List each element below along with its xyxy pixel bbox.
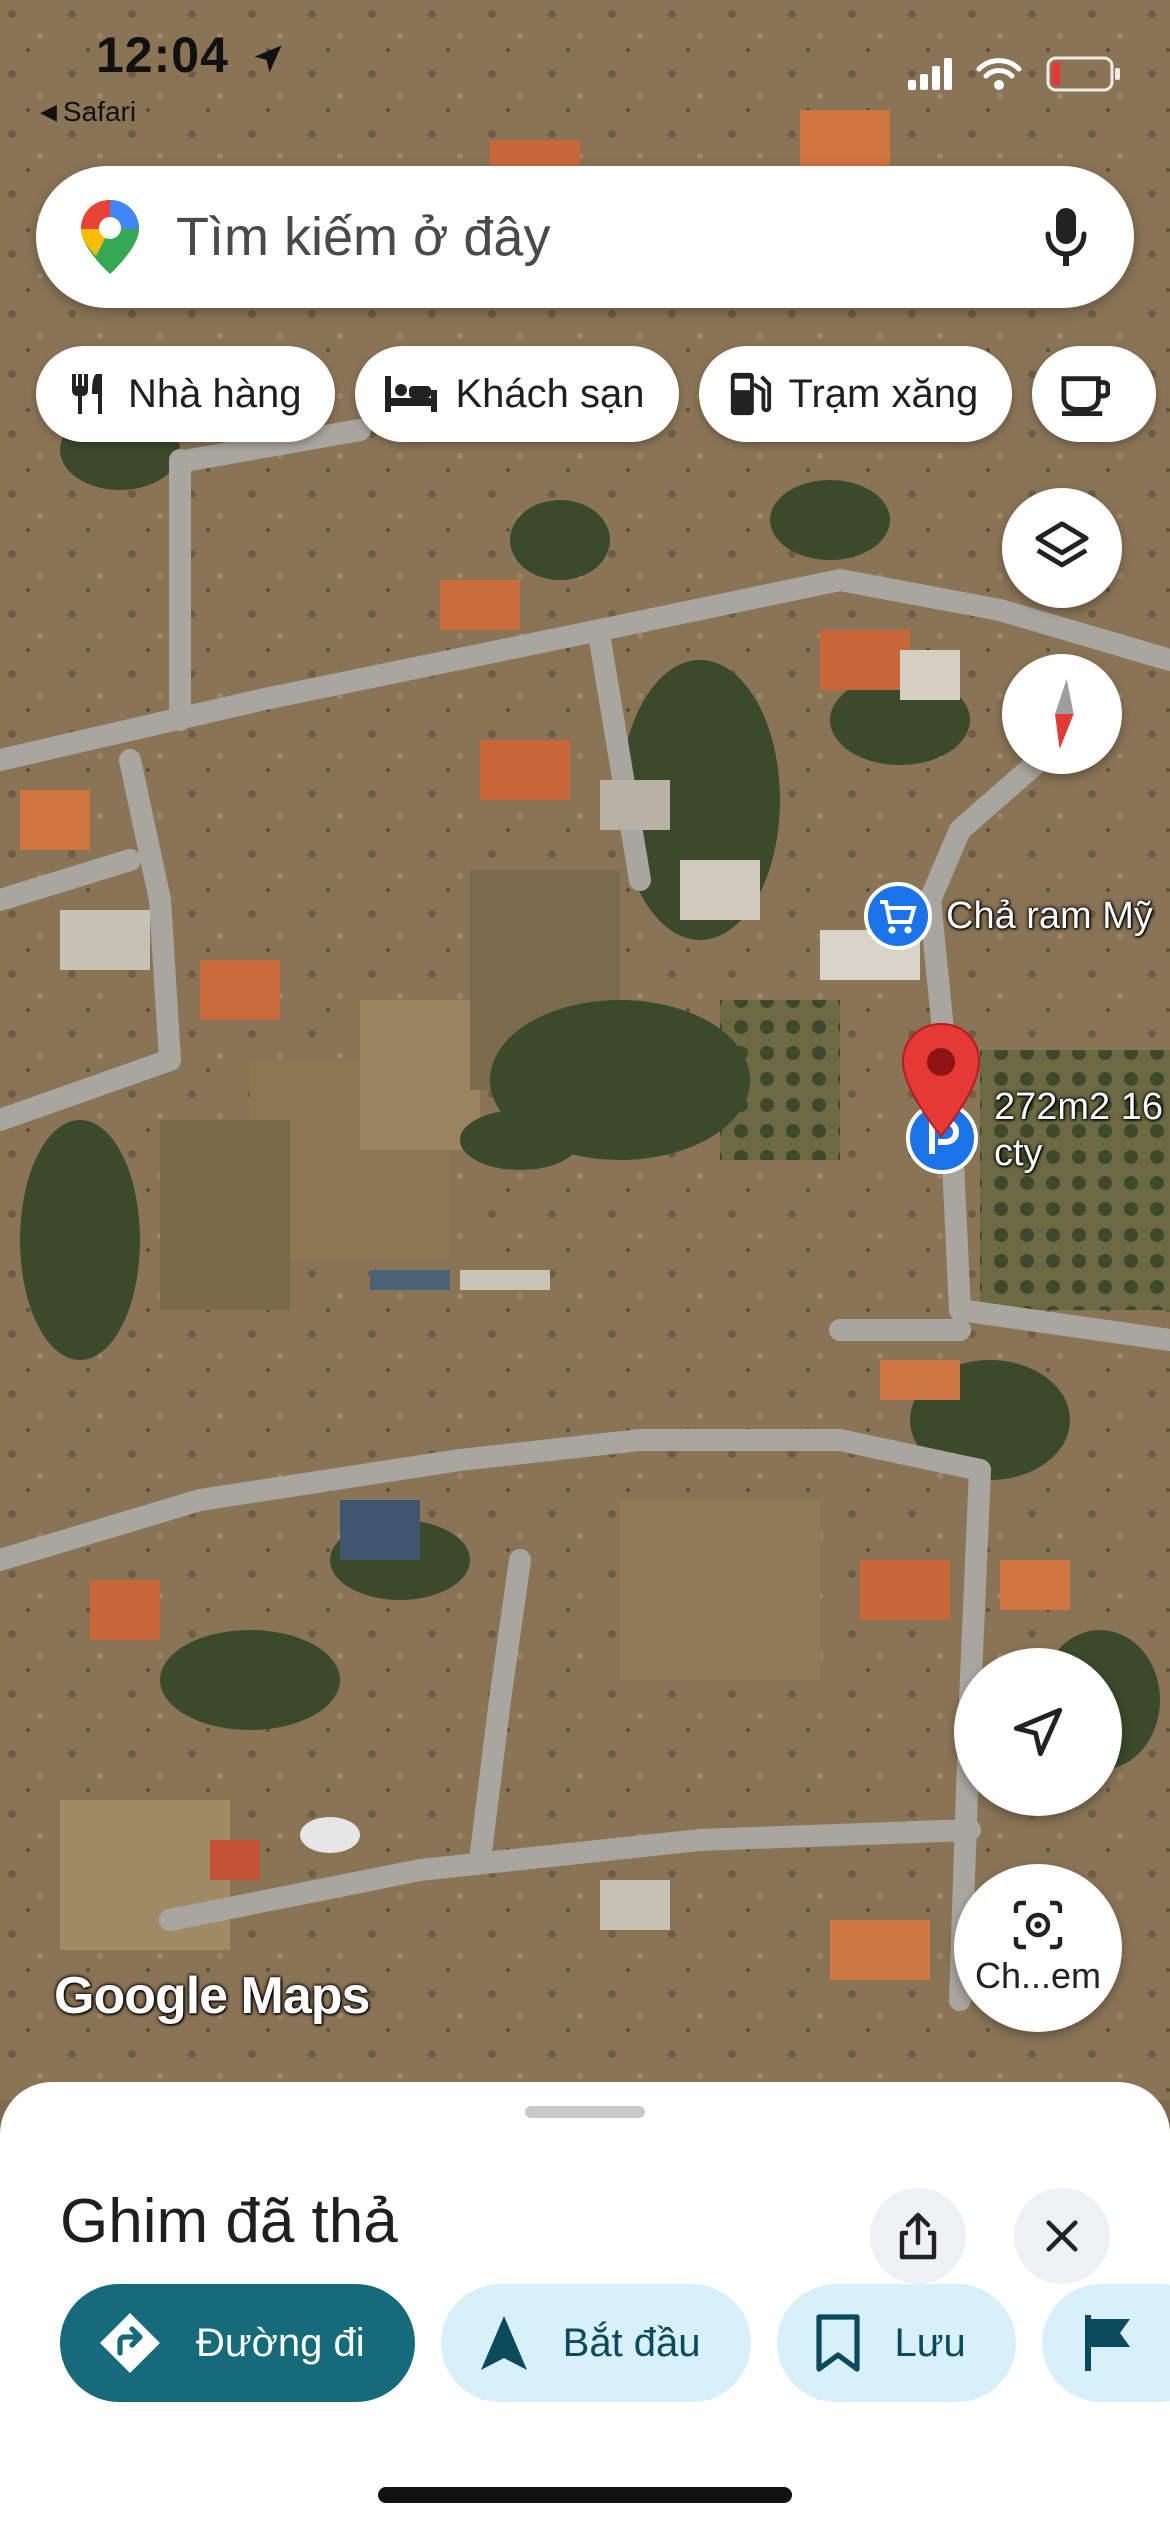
google-maps-pin-icon [81, 200, 139, 274]
close-icon [1046, 2220, 1078, 2252]
chip-restaurants[interactable]: Nhà hàng [36, 346, 336, 442]
search-input[interactable]: Tìm kiếm ở đây [176, 206, 1044, 268]
chip-label: Trạm xăng [788, 371, 979, 416]
bottom-sheet[interactable]: Ghim đã thả Đường đi Bắt đầu Lưu [0, 2082, 1170, 2532]
battery-icon [1046, 56, 1120, 92]
action-buttons: Đường đi Bắt đầu Lưu [60, 2284, 1170, 2402]
camera-lens-icon [1013, 1900, 1063, 1950]
directions-button[interactable]: Đường đi [60, 2284, 415, 2402]
search-bar[interactable]: Tìm kiếm ở đây [36, 166, 1134, 308]
layers-icon [1035, 521, 1089, 568]
close-button[interactable] [1014, 2188, 1110, 2284]
action-label: Lưu [894, 2320, 966, 2365]
place-label: Chả ram Mỹ [946, 894, 1153, 937]
dropped-pin-icon[interactable] [899, 1022, 983, 1140]
place-marker-shop[interactable]: Chả ram Mỹ [864, 882, 1153, 950]
back-app-label: Safari [62, 96, 137, 127]
cellular-signal-icon [908, 58, 952, 90]
shopping-cart-icon [864, 882, 932, 950]
my-location-button[interactable] [954, 1648, 1122, 1816]
coffee-icon [1061, 376, 1111, 417]
microphone-icon[interactable] [1044, 206, 1088, 268]
chip-label: Nhà hàng [128, 371, 302, 416]
navigation-arrow-icon [480, 2316, 527, 2370]
wifi-icon [976, 58, 1022, 90]
status-time-text: 12:04 [96, 27, 229, 83]
place-label-line2: cty [994, 1132, 1043, 1174]
action-label: Đường đi [196, 2320, 365, 2365]
sheet-title: Ghim đã thả [60, 2187, 398, 2256]
share-icon [899, 2212, 937, 2260]
lens-label: Ch...em [974, 1955, 1102, 1996]
place-label-parking: 272m2 16 cty [994, 1084, 1163, 1176]
chip-coffee[interactable] [1032, 346, 1157, 442]
pond [300, 1817, 360, 1853]
sheet-drag-handle[interactable] [525, 2106, 645, 2118]
home-indicator[interactable] [378, 2487, 792, 2503]
status-time: 12:04 [96, 26, 286, 84]
layers-button[interactable] [1002, 488, 1122, 608]
gas-station-icon [730, 372, 771, 416]
status-indicators [908, 56, 1122, 92]
restaurant-icon [72, 374, 102, 414]
compass-icon [1055, 679, 1074, 749]
flag-icon [1084, 2315, 1130, 2371]
lens-button[interactable]: Ch...em [954, 1864, 1122, 2032]
start-button[interactable]: Bắt đầu [440, 2284, 751, 2402]
action-label: Bắt đầu [562, 2320, 701, 2365]
category-chips: Nhà hàng Khách sạn Trạm xăng [36, 346, 1157, 442]
chip-label: Khách sạn [455, 371, 645, 416]
bookmark-icon [815, 2314, 860, 2372]
flag-button[interactable] [1041, 2284, 1170, 2402]
place-label-line1: 272m2 16 [994, 1086, 1164, 1128]
chip-hotels[interactable]: Khách sạn [355, 346, 679, 442]
back-chevron-icon: ◀ [40, 99, 57, 124]
location-arrow-icon [254, 45, 282, 73]
save-button[interactable]: Lưu [776, 2284, 1016, 2402]
google-maps-watermark: Google Maps [54, 1967, 370, 2025]
share-button[interactable] [870, 2188, 966, 2284]
directions-icon [100, 2313, 160, 2373]
navigation-arrow-icon [1013, 1707, 1063, 1757]
hotel-icon [385, 376, 438, 412]
back-to-safari[interactable]: ◀ Safari [40, 96, 136, 128]
compass-button[interactable] [1002, 654, 1122, 774]
chip-gas-stations[interactable]: Trạm xăng [698, 346, 1013, 442]
